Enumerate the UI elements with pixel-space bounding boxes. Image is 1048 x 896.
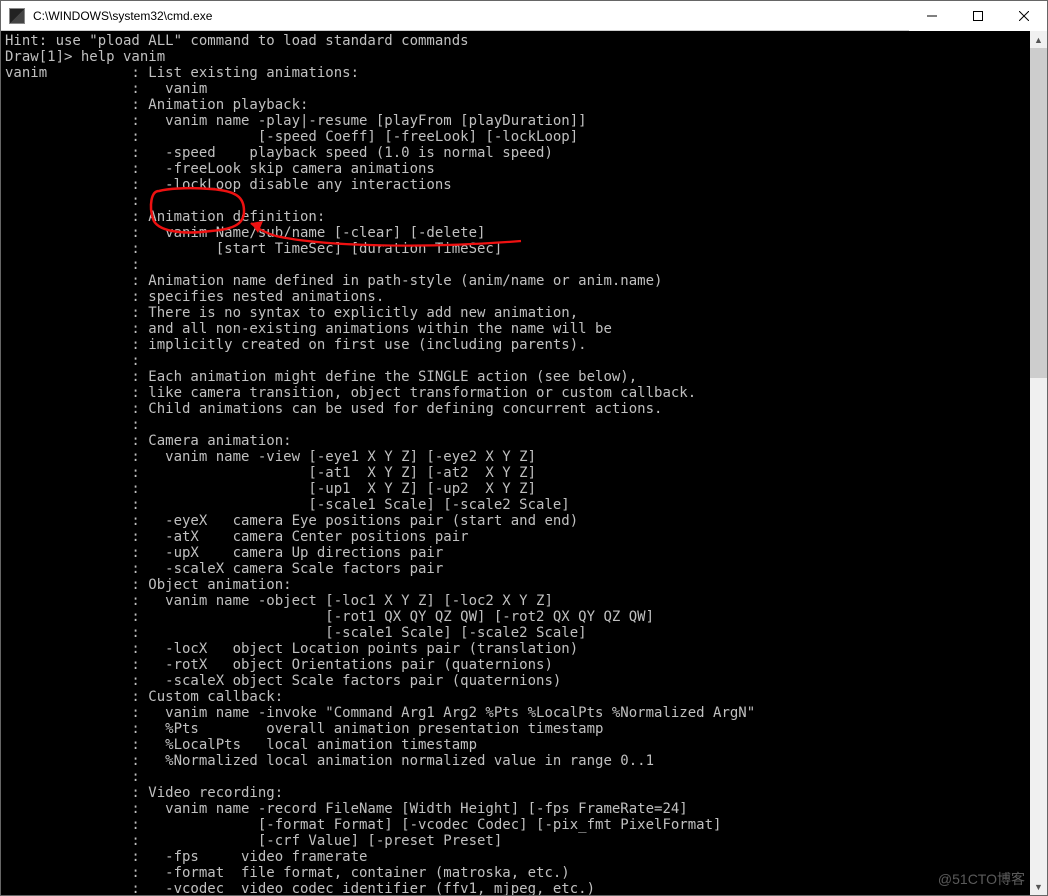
vertical-scrollbar[interactable]: ▲ ▼ (1030, 31, 1047, 895)
scroll-up-button[interactable]: ▲ (1030, 31, 1047, 48)
titlebar[interactable]: C:\WINDOWS\system32\cmd.exe (1, 1, 1047, 31)
maximize-button[interactable] (955, 1, 1001, 31)
window-title: C:\WINDOWS\system32\cmd.exe (31, 9, 909, 23)
scroll-track[interactable] (1030, 48, 1047, 878)
scroll-thumb[interactable] (1030, 48, 1047, 378)
close-icon (1019, 11, 1029, 21)
window-controls (909, 1, 1047, 30)
minimize-icon (927, 11, 937, 21)
cmd-icon (9, 8, 25, 24)
cmd-window: C:\WINDOWS\system32\cmd.exe Hint: use "p… (0, 0, 1048, 896)
scroll-down-button[interactable]: ▼ (1030, 878, 1047, 895)
console-output: Hint: use "pload ALL" command to load st… (1, 31, 1047, 895)
maximize-icon (973, 11, 983, 21)
minimize-button[interactable] (909, 1, 955, 31)
watermark: @51CTO博客 (938, 869, 1025, 889)
console-area[interactable]: Hint: use "pload ALL" command to load st… (1, 31, 1047, 895)
close-button[interactable] (1001, 1, 1047, 31)
